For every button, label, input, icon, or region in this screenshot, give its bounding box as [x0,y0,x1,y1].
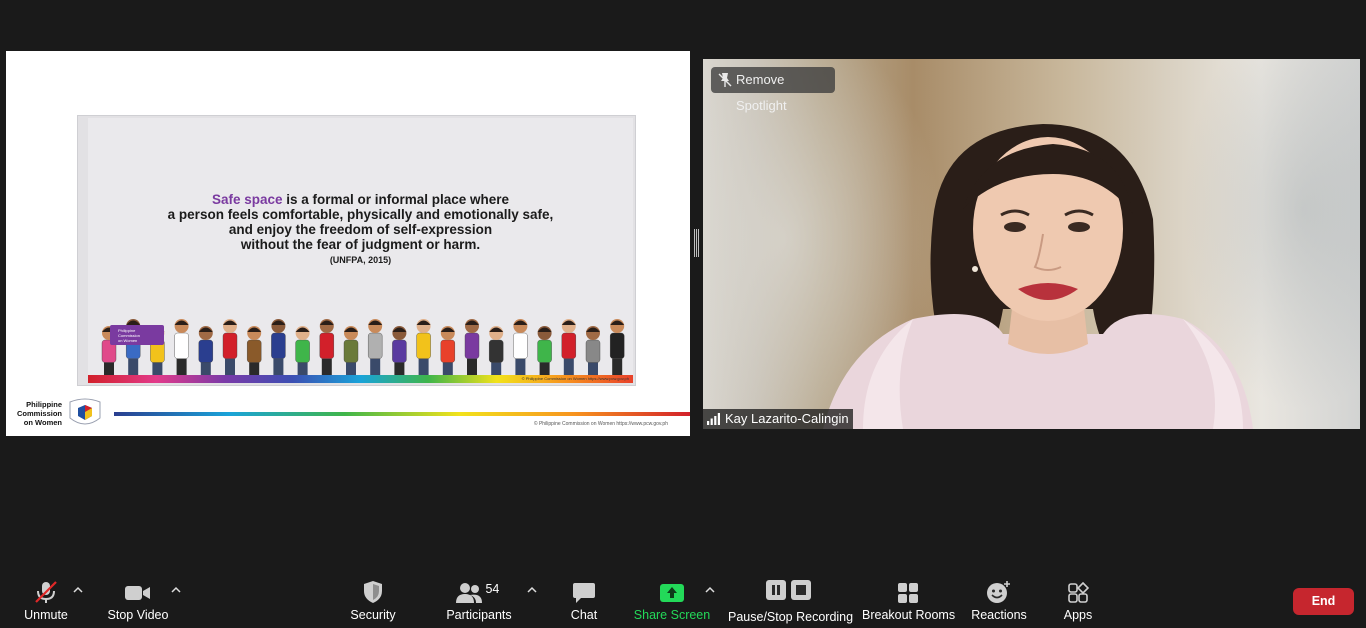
reactions-smiley-icon [987,581,1010,603]
meeting-toolbar: Unmute Stop Video Security 54 Participan… [0,572,1366,628]
person-figure [319,319,335,376]
person-figure [585,326,601,376]
participant-name-tag: Kay Lazarito-Calingin [703,409,853,429]
pause-stop-recording-icon [766,580,811,600]
person-figure [198,326,214,376]
person-figure [489,326,504,376]
security-label: Security [350,608,396,622]
chat-label: Chat [570,608,598,622]
connection-signal-icon [707,413,720,425]
apps-label: Apps [1063,608,1093,622]
person-figure [246,326,262,376]
footer-logo-line1: Philippine [26,400,62,409]
video-camera-icon [125,586,150,600]
slide-line3: and enjoy the freedom of self-expression [228,222,493,237]
share-screen-button[interactable]: Share Screen [632,572,712,628]
person-figure [174,319,189,376]
pause-stop-recording-button[interactable]: Pause/Stop Recording [728,572,854,628]
person-figure [271,319,286,376]
unmute-options-chevron-icon[interactable] [73,586,83,594]
reactions-label: Reactions [971,608,1027,622]
person-figure [392,326,407,376]
reactions-button[interactable]: Reactions [967,572,1031,628]
speaker-video-tile [703,59,1360,429]
participants-icon [455,583,482,603]
diverse-people-illustration [101,319,625,376]
chat-bubble-icon [573,583,595,603]
remove-spotlight-label: Remove Spotlight [736,72,787,113]
footer-logo-line2: Commission [16,409,62,418]
slide-line4: without the fear of judgment or harm. [240,237,481,252]
security-button[interactable]: Security [343,572,403,628]
person-figure [295,326,310,376]
person-figure [222,319,238,376]
pcw-badge: Philippine Commission on Women [110,325,164,345]
pcw-badge-line3: on Women [118,338,138,343]
breakout-rooms-button[interactable]: Breakout Rooms [862,572,956,628]
participants-label: Participants [446,608,512,622]
person-figure [610,319,625,376]
video-options-chevron-icon[interactable] [171,586,181,594]
person-figure [343,326,359,376]
footer-note: © Philippine Commission on Women https:/… [533,421,668,427]
slide-line1: is a formal or informal place where [282,192,510,207]
slide-line2: a person feels comfortable, physically a… [167,207,554,222]
person-figure [561,319,576,376]
recording-label: Pause/Stop Recording [728,610,854,624]
end-meeting-button[interactable]: End [1293,588,1354,615]
unmute-button[interactable]: Unmute [16,572,76,628]
slide-definition-text: Safe space is a formal or informal place… [88,192,633,267]
slide-inner: Safe space is a formal or informal place… [88,118,633,383]
participants-options-chevron-icon[interactable] [527,586,537,594]
breakout-rooms-label: Breakout Rooms [862,608,956,622]
participants-count-badge: 54 [485,582,500,596]
participants-button[interactable]: 54 Participants [443,572,515,628]
pcw-logo-icon [69,398,101,425]
person-figure [537,326,552,376]
share-screen-arrow-icon [660,584,684,602]
breakout-rooms-grid-icon [898,583,918,603]
apps-button[interactable]: Apps [1054,572,1102,628]
unmute-label: Unmute [24,608,68,622]
microphone-muted-icon [35,581,57,603]
pcw-footer-logo-text: Philippine Commission on Women [10,400,62,427]
slide-highlight: Safe space [211,192,283,207]
share-screen-label: Share Screen [633,608,711,622]
split-view-handle[interactable] [694,229,699,257]
remove-spotlight-button[interactable]: Remove Spotlight [711,67,835,113]
pcw-badge-text: Philippine Commission on Women [118,328,140,343]
participant-name: Kay Lazarito-Calingin [725,411,849,426]
shared-screen: Safe space is a formal or informal place… [6,51,690,436]
person-figure [416,319,431,376]
stop-video-button[interactable]: Stop Video [104,572,172,628]
slide-strip-note: © Philippine Commission on Women https:/… [521,376,629,381]
shield-icon [364,581,382,603]
speaker-video-feed [823,124,1253,429]
chat-button[interactable]: Chat [560,572,608,628]
share-options-chevron-icon[interactable] [705,586,715,594]
unpin-icon [718,73,732,87]
slide-citation: (UNFPA, 2015) [329,255,392,265]
apps-icon [1068,582,1089,603]
footer-rainbow-line [114,412,690,416]
footer-logo-line3: on Women [23,418,62,427]
stop-video-label: Stop Video [107,608,169,622]
person-figure [464,319,480,376]
zoom-meeting-window: Safe space is a formal or informal place… [0,0,1366,628]
slide-card: Safe space is a formal or informal place… [77,115,636,386]
person-figure [368,319,383,376]
person-figure [440,326,455,376]
person-figure [513,319,528,376]
